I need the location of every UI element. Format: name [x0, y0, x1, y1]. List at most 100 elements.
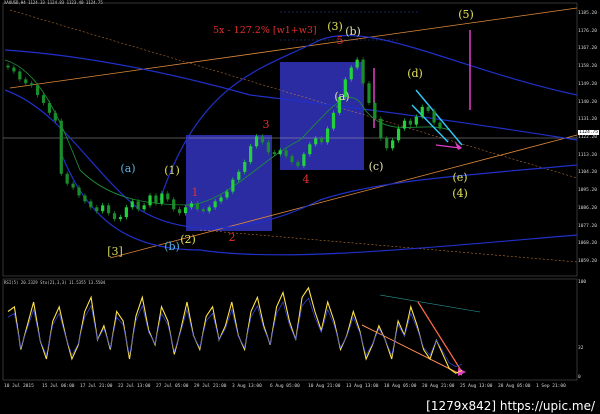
watermark: [1279x842] https://upic.me/ — [423, 399, 598, 413]
oscillator-tick-label: 0 — [578, 375, 581, 380]
candle-body — [272, 152, 276, 155]
current-price-label: 1124.75 — [578, 129, 599, 135]
candle-body — [172, 199, 176, 210]
wave-label: (c) — [369, 160, 384, 173]
candle-body — [18, 71, 22, 80]
candle-body — [101, 205, 105, 212]
candle-body — [207, 207, 211, 212]
wave-label: 2 — [229, 231, 236, 244]
candle-body — [231, 179, 235, 192]
candle-body — [278, 150, 282, 155]
price-tick-label: 1104.20 — [578, 170, 597, 176]
candle-body — [314, 138, 318, 145]
time-tick-label: 6 Aug 05:00 — [270, 384, 300, 389]
candle-body — [349, 67, 353, 80]
wave-label: (a) — [334, 90, 349, 103]
wave-label: (5) — [458, 8, 474, 21]
candle-body — [290, 156, 294, 163]
price-tick-label: 1158.20 — [578, 64, 597, 70]
oscillator-tick-label: 32 — [578, 346, 584, 351]
candle-body — [12, 67, 16, 72]
price-tick-label: 1167.20 — [578, 46, 597, 52]
candle-body — [396, 128, 401, 141]
price-tick-label: 1185.20 — [578, 11, 597, 16]
candle-body — [254, 136, 259, 147]
candle-body — [249, 146, 253, 163]
time-tick-label: 1 Sep 21:00 — [536, 384, 566, 389]
candle-body — [71, 183, 75, 188]
time-tick-label: 18 Aug 05:00 — [384, 384, 417, 389]
candle-body — [166, 193, 170, 200]
candle-body — [65, 173, 69, 184]
wave-label: 3 — [263, 118, 270, 131]
price-tick-label: 1149.20 — [578, 81, 597, 87]
candle-body — [41, 95, 46, 103]
wave-label: [3] — [107, 245, 123, 258]
candle-body — [142, 205, 146, 210]
candle-body — [426, 106, 430, 111]
candle-body — [178, 209, 182, 214]
candle-body — [154, 195, 158, 204]
candle-body — [331, 112, 336, 129]
correction-box — [186, 135, 272, 231]
candle-body — [308, 144, 312, 155]
wave-label: (2) — [180, 233, 196, 246]
price-tick-label: 1122.20 — [578, 135, 597, 140]
candle-body — [296, 162, 300, 166]
price-tick-label: 1176.20 — [578, 28, 597, 34]
candle-body — [237, 171, 241, 180]
candle-body — [124, 207, 128, 218]
wave-label: (3) — [327, 20, 343, 33]
candle-body — [77, 187, 81, 196]
price-tick-label: 1095.20 — [578, 188, 597, 194]
wave-label: (b) — [164, 240, 180, 253]
candle-body — [420, 106, 424, 117]
time-tick-label: 28 Aug 05:00 — [498, 384, 531, 389]
candle-body — [385, 138, 389, 149]
candle-body — [112, 213, 117, 220]
candle-body — [83, 195, 87, 202]
candle-body — [414, 116, 418, 125]
candle-body — [130, 201, 134, 208]
candle-body — [438, 122, 442, 129]
price-tick-label: 1113.20 — [578, 152, 597, 158]
candle-body — [213, 201, 217, 208]
candle-body — [373, 102, 377, 119]
candle-body — [243, 162, 247, 172]
price-tick-label: 1068.20 — [578, 241, 597, 247]
price-tick-label: 1059.20 — [578, 259, 597, 264]
candle-body — [355, 59, 359, 68]
oscillator-header: RSI(5) 20.2329 Sto(21,3,3) 11.5355 13.55… — [4, 280, 106, 285]
candle-body — [47, 102, 52, 113]
candle-body — [284, 150, 288, 157]
candle-body — [201, 209, 205, 212]
price-chart: [3] (a) (b) (1) (2) 1 2 3 4 5(3) (a) (b) (c) (d) (e) (4… — [0, 0, 600, 414]
candle-body — [225, 191, 229, 198]
candle-body — [379, 118, 383, 139]
wave-label: 5 — [337, 34, 344, 47]
wave-label: (4) — [452, 187, 468, 200]
wave-label: 1 — [192, 186, 199, 199]
candle-body — [302, 154, 306, 166]
price-tick-label: 1077.20 — [578, 223, 597, 229]
candle-body — [107, 205, 111, 214]
time-tick-label: 15 Jul 06:00 — [42, 384, 75, 389]
time-tick-label: 17 Jul 21:00 — [80, 384, 113, 389]
candle-body — [320, 138, 324, 143]
time-tick-label: 3 Aug 13:00 — [232, 384, 262, 389]
time-tick-label: 29 Jul 21:00 — [194, 384, 227, 389]
time-tick-label: 27 Jul 05:00 — [156, 384, 189, 389]
time-tick-label: 13 Aug 13:00 — [346, 384, 379, 389]
time-tick-label: 22 Jul 13:00 — [118, 384, 151, 389]
candle-body — [30, 83, 34, 86]
wave-label: (e) — [452, 171, 467, 184]
candle-body — [325, 128, 330, 143]
candle-body — [260, 136, 265, 143]
candle-body — [89, 201, 93, 208]
candle-body — [118, 217, 123, 220]
price-tick-label: 1131.20 — [578, 117, 597, 123]
fib-annotation: 5x - 127.2% [w1+w3] — [213, 25, 317, 36]
wave-label: (d) — [407, 67, 423, 80]
time-tick-label: 25 Aug 13:00 — [460, 384, 493, 389]
price-tick-label: 1086.20 — [578, 205, 597, 211]
